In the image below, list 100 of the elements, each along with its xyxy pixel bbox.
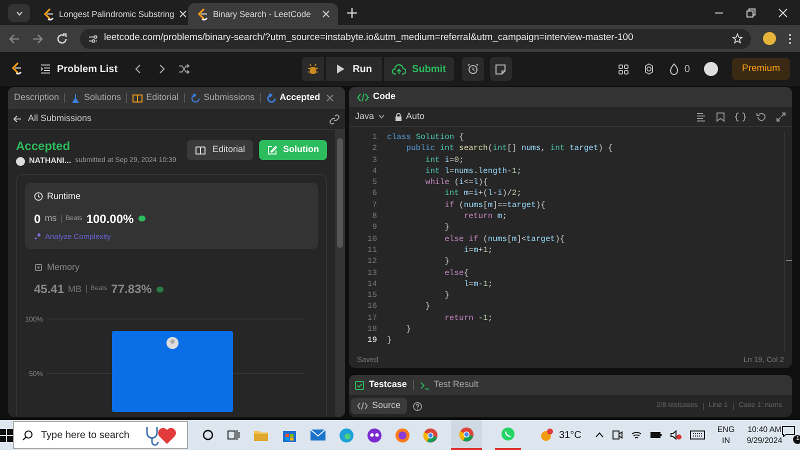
search-field[interactable]: Type here to search [13,421,188,449]
code-line: if (nums[m]==target){ [444,200,546,212]
timer-button[interactable] [462,57,484,81]
problem-list-button[interactable]: Problem List [40,62,118,76]
scrollbar[interactable] [335,130,345,417]
active-app[interactable] [451,420,482,450]
close-icon[interactable] [322,10,330,18]
browser-tab[interactable]: Binary Search - LeetCode [188,3,338,25]
runtime-title: Runtime [47,190,81,203]
book-icon [195,146,206,154]
address-bar[interactable]: leetcode.com/problems/binary-search/?utm_source=instabyte.io&utm_medium=referral&utm_campaign=interview-master-100 [80,28,751,48]
search-input[interactable]: Type here to search [41,428,135,442]
panel-tab[interactable]: Editorial [132,91,179,105]
battery-icon[interactable] [650,431,662,439]
profile-avatar[interactable] [763,32,776,45]
code-line: int l=nums.length-1; [424,166,522,178]
site-info-icon [88,34,98,44]
tab-list-button[interactable] [8,4,30,22]
line-number: 10 [367,234,377,245]
code-line: else if (nums[m]<target){ [444,234,565,245]
streak-counter[interactable]: 0 [669,62,690,76]
code-line: else{ [444,268,469,279]
flask-icon [70,92,82,104]
lock-icon [395,112,402,120]
browser-tab[interactable]: Longest Palindromic Substring [34,3,184,25]
line-number: 3 [372,154,377,166]
panel-tab[interactable]: Solutions [70,91,122,105]
memory-value: 45.41 [34,281,64,298]
previous-icon[interactable] [134,64,142,74]
line-number: 6 [372,188,377,200]
link-icon[interactable] [329,114,340,124]
chrome-icon[interactable] [423,428,438,442]
keyboard-icon[interactable] [690,430,706,440]
chip-icon [34,263,43,272]
panel-tab[interactable]: Description [14,91,60,105]
panel-tab[interactable]: Submissions [190,91,255,105]
language-indicator[interactable]: ENG IN [717,424,735,446]
reset-icon[interactable] [756,112,766,122]
firefox-icon[interactable] [395,428,410,442]
wifi-icon[interactable] [631,430,642,440]
alarm-clock-icon [466,63,479,75]
code-line: } [444,222,450,234]
next-icon[interactable] [158,64,166,74]
code-icon [357,402,368,410]
task-view-icon[interactable] [227,429,240,441]
code-line: while (i<=l){ [424,177,488,188]
line-number: 8 [372,211,377,222]
notes-button[interactable] [490,57,512,81]
submit-button[interactable]: Submit [384,57,454,81]
line-number: 5 [372,177,377,188]
settings-icon[interactable] [643,63,656,75]
braces-icon[interactable] [735,112,746,122]
layout-grid-icon[interactable] [618,64,630,74]
runtime-value: 0 [34,210,41,228]
all-submissions-link[interactable]: All Submissions [13,112,92,126]
mail-icon[interactable] [310,429,326,441]
weather-widget[interactable]: 31°C [539,428,582,442]
editorial-button[interactable]: Editorial [187,140,253,160]
close-icon[interactable] [179,10,188,18]
forward-icon[interactable] [32,32,44,44]
source-button[interactable]: Source [351,398,407,414]
line-number: 18 [367,324,377,336]
new-tab-icon[interactable] [346,7,358,19]
play-icon [336,64,345,74]
run-button[interactable]: Run [326,57,382,81]
star-icon[interactable] [732,33,743,44]
volume-muted-icon[interactable] [670,430,682,440]
chevron-up-icon[interactable] [595,432,604,438]
premium-button[interactable]: Premium [732,58,790,80]
user-avatar[interactable] [704,62,718,76]
bookmark-icon[interactable] [716,112,725,122]
menu-icon[interactable] [788,32,792,44]
beats-percentage: 100.00% [86,210,134,228]
user-name[interactable]: NATHANI... [29,155,72,167]
debug-button[interactable] [302,57,324,81]
beats-percentage: 77.83% [111,281,152,298]
restore-icon[interactable] [746,8,756,18]
leetcode-logo-icon[interactable] [10,61,24,77]
badge-icon [156,286,164,293]
reload-icon[interactable] [56,32,68,44]
panel-tab[interactable]: Test Result [420,378,478,392]
shuffle-icon[interactable] [178,64,190,74]
panel-tab[interactable]: Testcase [355,378,407,392]
expand-icon[interactable] [776,112,786,122]
windows-logo-icon [0,428,13,442]
bug-icon [306,63,319,75]
back-icon[interactable] [8,32,20,44]
message-icon [782,426,796,437]
panel-tab[interactable]: Accepted [266,91,320,105]
help-icon[interactable] [412,402,422,410]
clock[interactable]: 10:40 AM 9/29/2024 [746,424,782,446]
format-icon[interactable] [696,112,706,122]
scrollbar[interactable] [784,132,792,352]
line-number: 19 [367,335,377,347]
code-line: } [444,256,450,268]
code-line: } [424,301,430,313]
cortana-icon[interactable] [202,429,214,441]
code-line: } [405,324,412,336]
language-dropdown[interactable]: Java [355,110,386,124]
auto-mode-toggle[interactable]: Auto [395,110,425,124]
